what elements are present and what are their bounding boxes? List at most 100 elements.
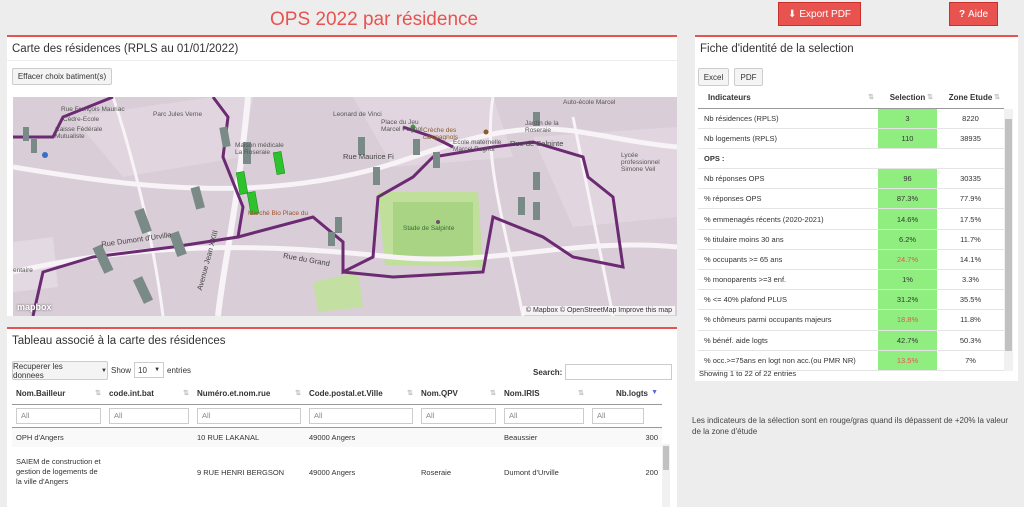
cell-rue: 9 RUE HENRI BERGSON [197, 467, 285, 477]
map-attribution[interactable]: © Mapbox © OpenStreetMap Improve this ma… [522, 306, 675, 315]
table-row[interactable]: SAIEM de construction et gestion de loge… [12, 447, 662, 497]
filter-input-code[interactable]: All [109, 407, 189, 424]
cell-bailleur: OPH d'Angers [16, 432, 64, 442]
fiche-cell-selection: 13.5% [878, 350, 937, 371]
filter-input-rue[interactable]: All [197, 407, 301, 424]
col-header-code[interactable]: code.int.bat ⇅ [105, 384, 193, 405]
clear-buildings-button[interactable]: Effacer choix batiment(s) [12, 68, 112, 85]
fiche-cell-indicateur: OPS : [698, 148, 878, 170]
fiche-cell-indicateur: % <= 40% plafond PLUS [698, 289, 878, 311]
aide-button[interactable]: ? Aide [949, 2, 998, 26]
cell-nblogts: 300 [645, 432, 658, 442]
fiche-row: % emmenagés récents (2020-2021) 14.6% 17.5… [698, 208, 1004, 230]
cell-qpv [417, 427, 500, 447]
map-label: Jardin de la Roseraie [525, 120, 559, 134]
filter-input-iris[interactable]: All [504, 407, 584, 424]
recuperer-label: Recuperer les donnees [13, 361, 63, 380]
mapbox-logo[interactable]: mapbox [17, 302, 52, 312]
fiche-row: Nb réponses OPS 96 30335 [698, 168, 1004, 190]
map-label: Caisse Fédérale Mutualiste [55, 126, 103, 140]
fiche-info: Showing 1 to 22 of 22 entries [699, 369, 797, 378]
table-scrollbar[interactable] [662, 444, 670, 507]
fiche-cell-selection: 110 [878, 128, 937, 149]
fiche-cell-indicateur: Nb réponses OPS [698, 168, 878, 190]
col-header-bailleur[interactable]: Nom.Bailleur ⇅ [12, 384, 105, 405]
map-label: Rue François Mauriac [61, 106, 125, 113]
map-label: Rue de Salpinte [510, 139, 564, 148]
excel-button[interactable]: Excel [698, 68, 729, 86]
map-label: entaire [13, 267, 33, 274]
fiche-cell-zone [937, 148, 1004, 170]
residences-table: Nom.Bailleur ⇅ code.int.bat ⇅ Numéro.et.no… [12, 384, 662, 497]
fiche-cell-zone: 3.3% [937, 269, 1004, 291]
fiche-cell-indicateur: % monoparents >=3 enf. [698, 269, 878, 291]
fiche-cell-indicateur: % chômeurs parmi occupants majeurs [698, 309, 878, 331]
fiche-cell-indicateur: % réponses OPS [698, 188, 878, 210]
fiche-cell-indicateur: % occ.>=75ans en logt non acc.(ou PMR NR… [698, 350, 878, 371]
fiche-row: % <= 40% plafond PLUS 31.2% 35.5% [698, 289, 1004, 311]
chevron-down-icon: ▼ [154, 367, 161, 373]
cell-ville: 49000 Angers [309, 467, 356, 477]
col-header-selection[interactable]: Selection ⇅ [878, 88, 937, 109]
fiche-cell-selection: 1% [878, 370, 937, 371]
fiche-cell-zone: 38935 [937, 128, 1004, 149]
col-header-iris[interactable]: Nom.IRIS ⇅ [500, 384, 588, 405]
filter-input-bailleur[interactable]: All [16, 407, 101, 424]
map-label: Lycée professionnel Simone Veil [621, 152, 660, 173]
map-label: Cèdre-Ecole [63, 116, 100, 123]
fiche-cell-selection: 14.6% [878, 208, 937, 230]
col-header-zone[interactable]: Zone Etude ⇅ [937, 88, 1004, 109]
map-label: Leonard de Vinci [333, 111, 382, 118]
fiche-cell-indicateur: % titulaire moins 30 ans [698, 229, 878, 250]
fiche-panel-title: Fiche d'identité de la selection [700, 43, 854, 55]
recuperer-donnees-button[interactable]: Recuperer les donnees ▼ [12, 361, 108, 380]
fiche-scrollbar-thumb[interactable] [1005, 119, 1012, 351]
map-panel: Carte des résidences (RPLS au 01/01/2022… [7, 35, 677, 316]
filter-input-nblogts[interactable]: All [592, 407, 644, 424]
col-header-qpv[interactable]: Nom.QPV ⇅ [417, 384, 500, 405]
col-header-nblogts[interactable]: Nb.logts ▼ [588, 384, 662, 405]
map-label: Auto-école Marcel [563, 99, 616, 106]
fiche-cell-zone: 14.1% [937, 249, 1004, 271]
filter-input-ville[interactable]: All [309, 407, 413, 424]
fiche-cell-selection: 3 [878, 108, 937, 129]
fiche-cell-zone: 11.7% [937, 229, 1004, 250]
cell-code [105, 427, 193, 447]
fiche-panel: Fiche d'identité de la selection Excel P… [695, 35, 1018, 381]
cell-qpv: Roseraie [421, 467, 452, 477]
fiche-cell-zone: 11.8% [937, 309, 1004, 331]
table-panel: Tableau associé à la carte des résidence… [7, 327, 677, 507]
table-row[interactable]: OPH d'Angers 10 RUE LAKANAL 49000 Angers… [12, 427, 662, 447]
map-label: Stade de Salpinte [403, 225, 455, 232]
map-label: Place du Jeu Marcel Pagnol [381, 119, 423, 133]
fiche-scrollbar[interactable] [1004, 109, 1013, 371]
fiche-row: % bénéf. aide logts 42.7% 50.3% [698, 330, 1004, 351]
fiche-row: Nb résidences (RPLS) 3 8220 [698, 108, 1004, 129]
col-header-indicateurs[interactable]: Indicateurs ⇅ [698, 88, 878, 109]
table-scrollbar-thumb[interactable] [663, 446, 669, 470]
fiche-row: % occ.>=75ans en logt non acc.(ou PMR NR… [698, 350, 1004, 371]
map-panel-title: Carte des résidences (RPLS au 01/01/2022… [7, 37, 677, 61]
search-input[interactable] [565, 364, 673, 380]
fiche-cell-zone: 8220 [937, 108, 1004, 129]
filter-input-qpv[interactable]: All [421, 407, 496, 424]
map-label: Rue Maurice Fi [343, 152, 394, 161]
col-header-rue[interactable]: Numéro.et.nom.rue ⇅ [193, 384, 305, 405]
pdf-button[interactable]: PDF [734, 68, 763, 86]
fiche-cell-zone: 50.3% [937, 330, 1004, 351]
fiche-cell-selection: 18.8% [878, 309, 937, 331]
export-pdf-label: Export PDF [799, 8, 852, 20]
length-control: Show 10 ▼ entries [111, 362, 191, 378]
fiche-row: % monoparents >=3 enf. 1% 3.3% [698, 269, 1004, 291]
cell-rue: 10 RUE LAKANAL [197, 432, 260, 442]
fiche-table-container: Indicateurs ⇅ Selection ⇅ Zone Etude ⇅ Nb r… [698, 88, 1014, 371]
entries-select[interactable]: 10 ▼ [134, 362, 165, 378]
fiche-cell-zone: 17.5% [937, 208, 1004, 230]
export-pdf-button[interactable]: ⬇ Export PDF [778, 2, 861, 26]
map[interactable]: Rue François Mauriac Cèdre-Ecole Caisse … [13, 97, 677, 316]
cell-code [105, 447, 193, 497]
caret-down-icon: ▼ [101, 367, 107, 374]
col-header-ville[interactable]: Code.postal.et.Ville ⇅ [305, 384, 417, 405]
fiche-cell-selection: 31.2% [878, 289, 937, 311]
page-title: OPS 2022 par résidence [270, 9, 479, 30]
